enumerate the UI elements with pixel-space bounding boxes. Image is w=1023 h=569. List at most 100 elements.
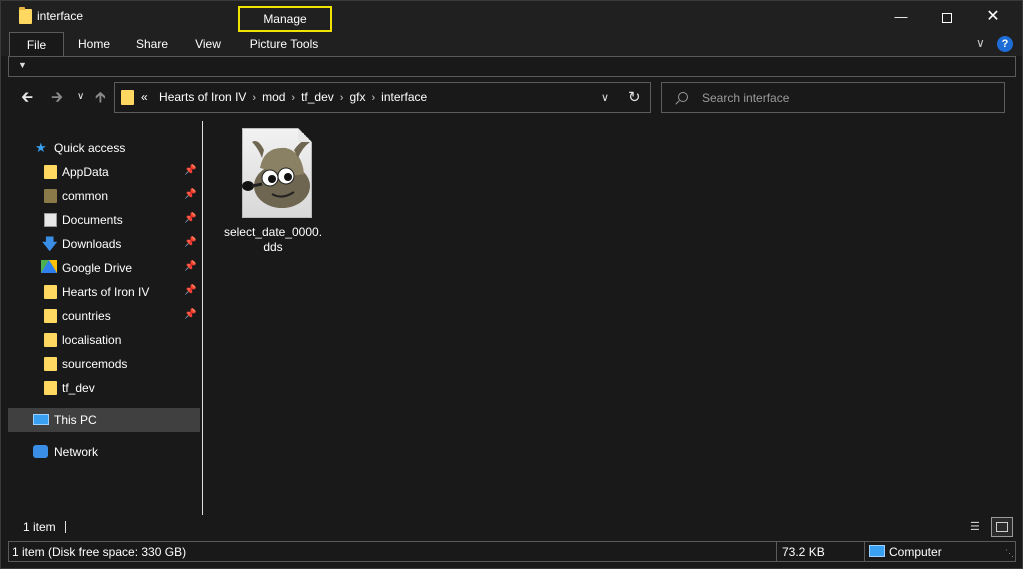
up-arrow-icon[interactable]: 🡱 <box>95 87 106 112</box>
ribbon-tabs: File Home Share View Picture Tools ∨ ? <box>1 32 1022 56</box>
sidebar-item-label: Hearts of Iron IV <box>62 285 150 299</box>
quick-access-toolbar: ▼ <box>8 56 1016 77</box>
pin-icon[interactable]: 📌 <box>184 237 196 248</box>
customize-toolbar-icon[interactable]: ▼ <box>18 60 27 70</box>
breadcrumb-item[interactable]: Hearts of Iron IV <box>159 90 246 104</box>
large-icons-view-button[interactable] <box>991 517 1013 537</box>
status-divider <box>65 521 66 533</box>
sidebar-item-label: Documents <box>62 213 123 227</box>
pin-icon[interactable]: 📌 <box>184 213 196 224</box>
item-count: 1 item <box>23 520 56 534</box>
close-button[interactable]: ✕ <box>970 1 1016 32</box>
star-icon: ★ <box>35 140 47 155</box>
chevron-down-icon[interactable]: ∨ <box>601 91 609 104</box>
sidebar-item-downloads[interactable]: 🡇 Downloads 📌 <box>8 232 200 256</box>
breadcrumb-overflow[interactable]: « <box>141 90 148 104</box>
sidebar-item-hearts-of-iron-iv[interactable]: Hearts of Iron IV 📌 <box>8 280 200 304</box>
status-separator <box>864 542 865 561</box>
folder-icon <box>44 189 57 203</box>
details-view-icon[interactable]: ☰ <box>970 520 982 533</box>
file-name: select_date_0000.dds <box>223 225 323 254</box>
chevron-right-icon[interactable]: › <box>291 92 295 104</box>
status-details: 1 item (Disk free space: 330 GB) <box>12 545 187 559</box>
sidebar-item-label: tf_dev <box>62 381 95 395</box>
status-size: 73.2 KB <box>782 545 825 559</box>
chevron-right-icon[interactable]: › <box>371 92 375 104</box>
folder-icon <box>44 285 57 299</box>
sidebar-item-label: sourcemods <box>62 357 128 371</box>
sidebar-item-common[interactable]: common 📌 <box>8 184 200 208</box>
refresh-icon[interactable]: ↻ <box>628 88 641 106</box>
sidebar-item-google-drive[interactable]: Google Drive 📌 <box>8 256 200 280</box>
chevron-right-icon[interactable]: › <box>340 92 344 104</box>
help-icon[interactable]: ? <box>997 36 1013 52</box>
folder-icon <box>44 309 57 323</box>
sidebar-item-tf-dev[interactable]: tf_dev <box>8 376 200 400</box>
sidebar-item-label: localisation <box>62 333 122 347</box>
tab-picture-tools[interactable]: Picture Tools <box>241 32 327 56</box>
resize-grip-icon[interactable]: ⋱ <box>1005 548 1014 559</box>
breadcrumb-item[interactable]: gfx <box>349 90 365 104</box>
pin-icon[interactable]: 📌 <box>184 309 196 320</box>
sidebar-item-this-pc[interactable]: This PC <box>8 408 200 432</box>
documents-icon <box>44 213 57 227</box>
tab-home[interactable]: Home <box>71 32 117 56</box>
pane-splitter[interactable] <box>202 121 203 515</box>
breadcrumb-item[interactable]: tf_dev <box>301 90 334 104</box>
sidebar-item-label: Google Drive <box>62 261 133 275</box>
explorer-window: interface Manage — ✕ File Home Share Vie… <box>0 0 1023 569</box>
expand-ribbon-icon[interactable]: ∨ <box>976 36 985 50</box>
breadcrumb-item[interactable]: mod <box>262 90 285 104</box>
back-arrow-icon[interactable]: 🡰 <box>21 87 33 112</box>
search-box[interactable] <box>661 82 1005 113</box>
gimp-mascot-icon <box>242 140 310 208</box>
sidebar-item-label: Quick access <box>54 141 126 155</box>
sidebar-item-countries[interactable]: countries 📌 <box>8 304 200 328</box>
download-icon: 🡇 <box>42 236 58 253</box>
sidebar-item-label: This PC <box>54 413 97 427</box>
navigation-pane: ★ Quick access AppData 📌 common 📌 Docume… <box>8 121 203 516</box>
folder-icon <box>44 165 57 179</box>
search-input[interactable] <box>702 90 992 106</box>
tab-view[interactable]: View <box>186 32 230 56</box>
breadcrumb: « Hearts of Iron IV › mod › tf_dev › gfx › inter… <box>141 90 427 104</box>
folder-icon <box>44 381 57 395</box>
title-bar: interface Manage — ✕ <box>1 1 1022 32</box>
network-icon <box>33 445 48 458</box>
sidebar-item-label: Downloads <box>62 237 122 251</box>
tab-share[interactable]: Share <box>129 32 175 56</box>
maximize-icon <box>942 12 952 23</box>
pin-icon[interactable]: 📌 <box>184 165 196 176</box>
status-separator <box>776 542 777 561</box>
forward-arrow-icon[interactable]: 🡲 <box>51 87 63 112</box>
status-bar: 1 item (Disk free space: 330 GB) 73.2 KB… <box>8 541 1016 562</box>
address-bar[interactable]: « Hearts of Iron IV › mod › tf_dev › gfx › inter… <box>114 82 651 113</box>
folder-icon <box>121 90 134 105</box>
sidebar-item-appdata[interactable]: AppData 📌 <box>8 160 200 184</box>
sidebar-item-localisation[interactable]: localisation <box>8 328 200 352</box>
sidebar-item-label: common <box>62 189 109 203</box>
sidebar-item-sourcemods[interactable]: sourcemods <box>8 352 200 376</box>
sidebar-item-documents[interactable]: Documents 📌 <box>8 208 200 232</box>
maximize-button[interactable] <box>924 1 970 32</box>
tab-manage[interactable]: Manage <box>238 6 332 32</box>
minimize-button[interactable]: — <box>878 1 924 32</box>
chevron-right-icon[interactable]: › <box>252 92 256 104</box>
recent-locations-chevron-icon[interactable]: ∨ <box>77 91 84 102</box>
sidebar-item-label: AppData <box>62 165 109 179</box>
sidebar-item-network[interactable]: Network <box>8 440 200 464</box>
folder-icon <box>44 357 57 371</box>
window-title: interface <box>37 9 84 23</box>
search-icon <box>678 92 688 102</box>
pin-icon[interactable]: 📌 <box>184 285 196 296</box>
computer-icon <box>33 414 49 425</box>
pin-icon[interactable]: 📌 <box>184 189 196 200</box>
breadcrumb-item[interactable]: interface <box>381 90 427 104</box>
computer-icon <box>869 545 885 557</box>
google-drive-icon <box>41 260 57 273</box>
pin-icon[interactable]: 📌 <box>184 261 196 272</box>
gimp-file-icon <box>242 128 312 218</box>
sidebar-item-quick-access[interactable]: ★ Quick access <box>8 136 200 160</box>
tab-file[interactable]: File <box>9 32 64 56</box>
file-item[interactable]: select_date_0000.dds <box>221 125 325 257</box>
